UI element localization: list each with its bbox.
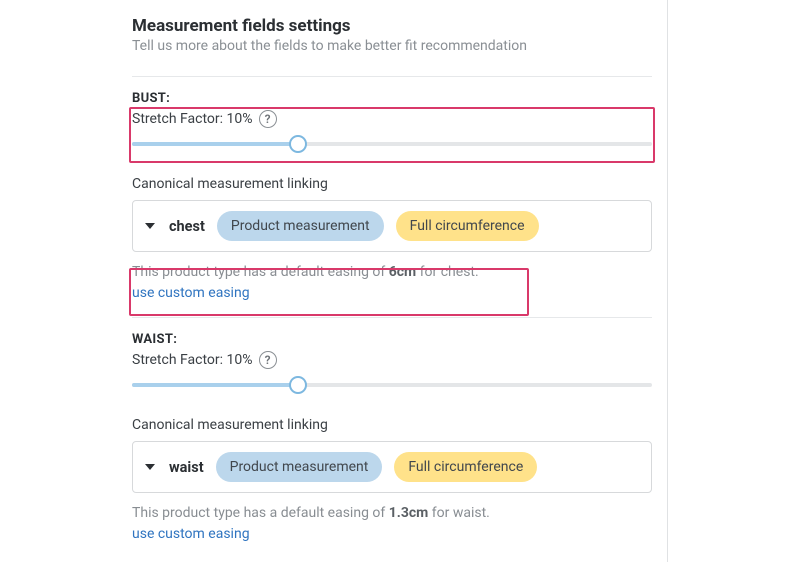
page-subtitle: Tell us more about the fields to make be… xyxy=(132,38,652,54)
chevron-down-icon[interactable] xyxy=(145,464,155,470)
settings-panel: Measurement fields settings Tell us more… xyxy=(0,0,803,562)
easing-note-waist: This product type has a default easing o… xyxy=(132,503,652,524)
field-label-waist: WAIST: xyxy=(132,332,652,347)
divider xyxy=(132,317,652,318)
stretch-group-bust: Stretch Factor: 10% ? xyxy=(132,108,652,158)
linking-name-bust[interactable]: chest xyxy=(169,218,205,235)
custom-easing-link-bust[interactable]: use custom easing xyxy=(132,285,250,301)
easing-group-bust: This product type has a default easing o… xyxy=(132,262,652,301)
pill-full-circumference[interactable]: Full circumference xyxy=(396,211,539,241)
pill-full-circumference[interactable]: Full circumference xyxy=(394,452,537,482)
easing-note-bust: This product type has a default easing o… xyxy=(132,262,652,283)
linking-heading-waist: Canonical measurement linking xyxy=(132,417,652,433)
linking-box-bust: chest Product measurement Full circumfer… xyxy=(132,200,652,252)
page-title: Measurement fields settings xyxy=(132,16,652,36)
chevron-down-icon[interactable] xyxy=(145,223,155,229)
stretch-slider-bust[interactable] xyxy=(132,128,652,158)
stretch-slider-waist[interactable] xyxy=(132,369,652,399)
divider xyxy=(132,76,652,77)
custom-easing-link-waist[interactable]: use custom easing xyxy=(132,526,250,542)
linking-box-waist: waist Product measurement Full circumfer… xyxy=(132,441,652,493)
panel-right-divider xyxy=(667,0,668,562)
pill-product-measurement[interactable]: Product measurement xyxy=(217,211,384,241)
pill-product-measurement[interactable]: Product measurement xyxy=(216,452,383,482)
stretch-label-waist: Stretch Factor: 10% xyxy=(132,352,253,368)
field-block-waist: WAIST: Stretch Factor: 10% ? Canonical m… xyxy=(132,332,652,542)
field-block-bust: BUST: Stretch Factor: 10% ? Canonical me… xyxy=(132,91,652,301)
linking-name-waist[interactable]: waist xyxy=(169,459,204,476)
field-label-bust: BUST: xyxy=(132,91,652,106)
linking-heading-bust: Canonical measurement linking xyxy=(132,176,652,192)
stretch-label-bust: Stretch Factor: 10% xyxy=(132,111,253,127)
help-icon[interactable]: ? xyxy=(259,110,277,128)
help-icon[interactable]: ? xyxy=(259,351,277,369)
